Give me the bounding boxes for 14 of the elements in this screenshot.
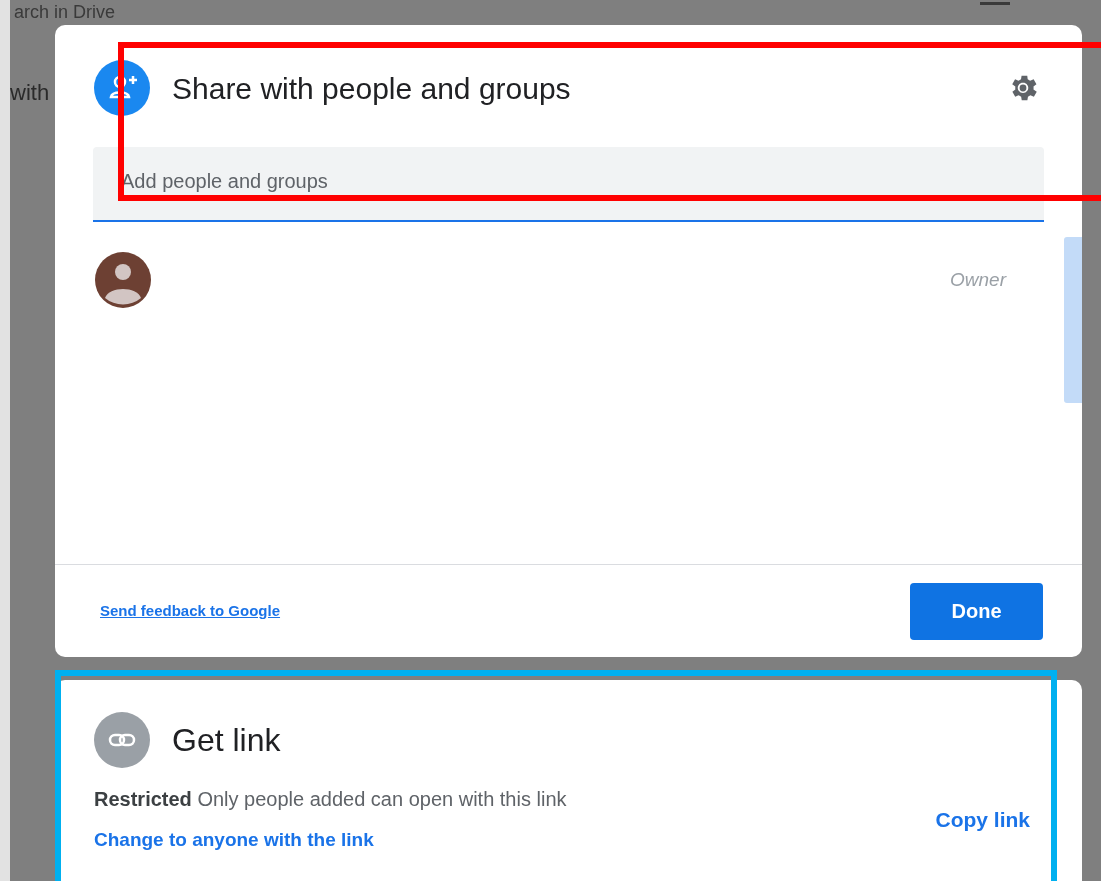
add-person-icon bbox=[94, 60, 150, 116]
role-label: Owner bbox=[950, 267, 1006, 292]
card-title: Get link bbox=[172, 721, 281, 760]
change-access-link[interactable]: Change to anyone with the link bbox=[94, 826, 567, 855]
done-button[interactable]: Done bbox=[910, 582, 1043, 640]
search-text: arch in Drive bbox=[14, 1, 116, 24]
dialog-title: Share with people and groups bbox=[172, 70, 571, 107]
feedback-link[interactable]: Send feedback to Google bbox=[100, 599, 281, 623]
copy-link-button[interactable]: Copy link bbox=[935, 804, 1030, 836]
access-description: Restricted Only people added can open with this link bbox=[94, 787, 567, 812]
avatar-icon bbox=[95, 252, 151, 308]
column-heading: with bbox=[10, 79, 50, 107]
link-icon bbox=[94, 712, 150, 768]
scrollbar-thumb[interactable] bbox=[1064, 237, 1082, 403]
